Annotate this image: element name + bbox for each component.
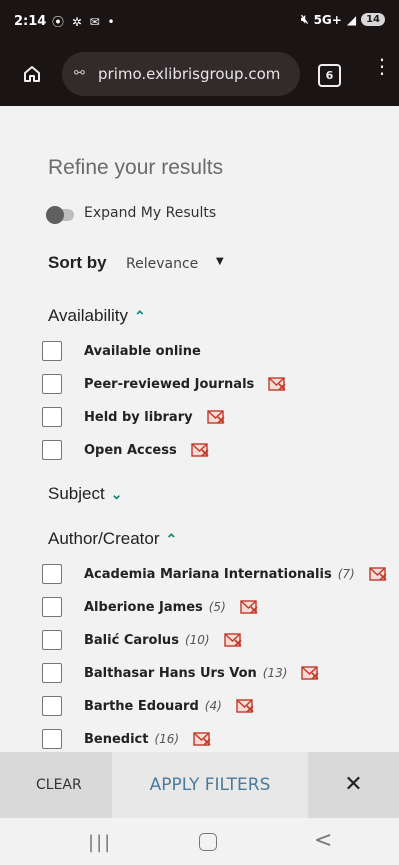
- filter-panel: Refine your results Expand My Results So…: [0, 106, 399, 752]
- recent-apps-icon[interactable]: |||: [88, 832, 112, 853]
- filter-count: (13): [262, 666, 288, 680]
- tabs-button[interactable]: 6: [318, 64, 341, 87]
- url-text: primo.exlibrisgroup.com: [98, 65, 281, 83]
- dropdown-arrow-icon[interactable]: ▼: [216, 256, 224, 267]
- expand-results-label: Expand My Results: [84, 205, 217, 221]
- chevron-up-icon: ⌃: [165, 531, 178, 547]
- chevron-up-icon: ⌃: [134, 308, 146, 324]
- notification-icons: ⦿ ✲ ✉ •: [52, 15, 117, 29]
- exclude-icon[interactable]: [236, 698, 254, 714]
- address-bar[interactable]: ⚯ primo.exlibrisgroup.com: [62, 52, 300, 96]
- filter-row[interactable]: Benedict (16): [42, 728, 211, 750]
- apply-filters-button[interactable]: APPLY FILTERS: [112, 752, 308, 818]
- filter-count: (5): [208, 600, 226, 614]
- sort-select[interactable]: Relevance: [126, 256, 198, 272]
- filter-label: Alberione James: [84, 599, 203, 615]
- filter-row[interactable]: Academia Mariana Internationalis (7): [42, 563, 387, 585]
- section-author[interactable]: Author/Creator ⌃: [48, 529, 177, 549]
- checkbox[interactable]: [42, 407, 62, 427]
- filter-count: (4): [204, 699, 222, 713]
- network-indicator: 5G+: [313, 12, 342, 27]
- page-title: Refine your results: [48, 156, 224, 179]
- clock: 2:14: [14, 14, 47, 29]
- checkbox[interactable]: [42, 663, 62, 683]
- filter-row[interactable]: Barthe Edouard (4): [42, 695, 254, 717]
- exclude-icon[interactable]: [223, 632, 242, 648]
- filter-row[interactable]: Available online: [42, 340, 201, 362]
- checkbox[interactable]: [42, 564, 62, 584]
- filter-row[interactable]: Balthasar Hans Urs Von (13): [42, 662, 319, 684]
- filter-row[interactable]: Alberione James (5): [42, 596, 258, 618]
- chevron-down-icon: ⌄: [110, 486, 123, 502]
- filter-row[interactable]: Held by library: [42, 406, 225, 428]
- section-subject[interactable]: Subject ⌄: [48, 484, 122, 504]
- back-icon[interactable]: <: [314, 828, 332, 853]
- checkbox[interactable]: [42, 696, 62, 716]
- filter-label: Benedict: [84, 731, 149, 747]
- expand-results-toggle[interactable]: [46, 206, 74, 224]
- checkbox[interactable]: [42, 374, 62, 394]
- filter-label: Peer-reviewed Journals: [84, 376, 255, 392]
- filter-row[interactable]: Open Access: [42, 439, 209, 461]
- signal-icon: ◢: [346, 12, 357, 27]
- status-bar: 2:14 ⦿ ✲ ✉ • 🔇︎ 5G+ ◢ 14: [0, 0, 399, 44]
- checkbox[interactable]: [42, 440, 62, 460]
- system-nav-bar: ||| <: [0, 818, 399, 865]
- mute-icon: 🔇︎: [301, 12, 309, 26]
- sort-label: Sort by: [48, 253, 107, 272]
- tune-icon[interactable]: ⚯: [74, 52, 85, 96]
- exclude-icon[interactable]: [206, 409, 225, 425]
- filter-label: Balthasar Hans Urs Von: [84, 665, 257, 681]
- clear-button[interactable]: CLEAR: [0, 752, 112, 818]
- exclude-icon[interactable]: [191, 442, 209, 458]
- section-availability[interactable]: Availability ⌃: [48, 306, 146, 326]
- filter-count: (16): [154, 732, 180, 746]
- battery-icon: 14: [361, 13, 385, 26]
- checkbox[interactable]: [42, 729, 62, 749]
- checkbox[interactable]: [42, 597, 62, 617]
- exclude-icon[interactable]: [301, 665, 319, 681]
- exclude-icon[interactable]: [240, 599, 258, 615]
- section-subject-label: Subject: [48, 484, 105, 503]
- section-author-label: Author/Creator: [48, 529, 160, 548]
- filter-label: Barthe Edouard: [84, 698, 199, 714]
- browser-toolbar: ⚯ primo.exlibrisgroup.com 6 ⋮: [0, 44, 399, 106]
- filter-label: Open Access: [84, 442, 177, 458]
- filter-label: Held by library: [84, 409, 193, 425]
- section-availability-label: Availability: [48, 306, 129, 325]
- filter-row[interactable]: Balić Carolus (10): [42, 629, 242, 651]
- filter-label: Balić Carolus: [84, 632, 179, 648]
- exclude-icon[interactable]: [268, 376, 286, 392]
- filter-count: (10): [184, 633, 210, 647]
- status-right: 🔇︎ 5G+ ◢ 14: [301, 12, 385, 27]
- filter-label: Available online: [84, 343, 201, 359]
- home-icon[interactable]: [22, 64, 42, 84]
- filter-actions-bar: CLEAR APPLY FILTERS ✕: [0, 752, 399, 818]
- checkbox[interactable]: [42, 630, 62, 650]
- close-icon[interactable]: ✕: [308, 752, 399, 818]
- filter-label: Academia Mariana Internationalis: [84, 566, 332, 582]
- more-vert-icon[interactable]: ⋮: [372, 56, 392, 88]
- filter-count: (7): [337, 567, 355, 581]
- exclude-icon[interactable]: [193, 731, 211, 747]
- home-nav-icon[interactable]: [199, 833, 217, 851]
- checkbox[interactable]: [42, 341, 62, 361]
- exclude-icon[interactable]: [369, 566, 387, 582]
- filter-row[interactable]: Peer-reviewed Journals: [42, 373, 286, 395]
